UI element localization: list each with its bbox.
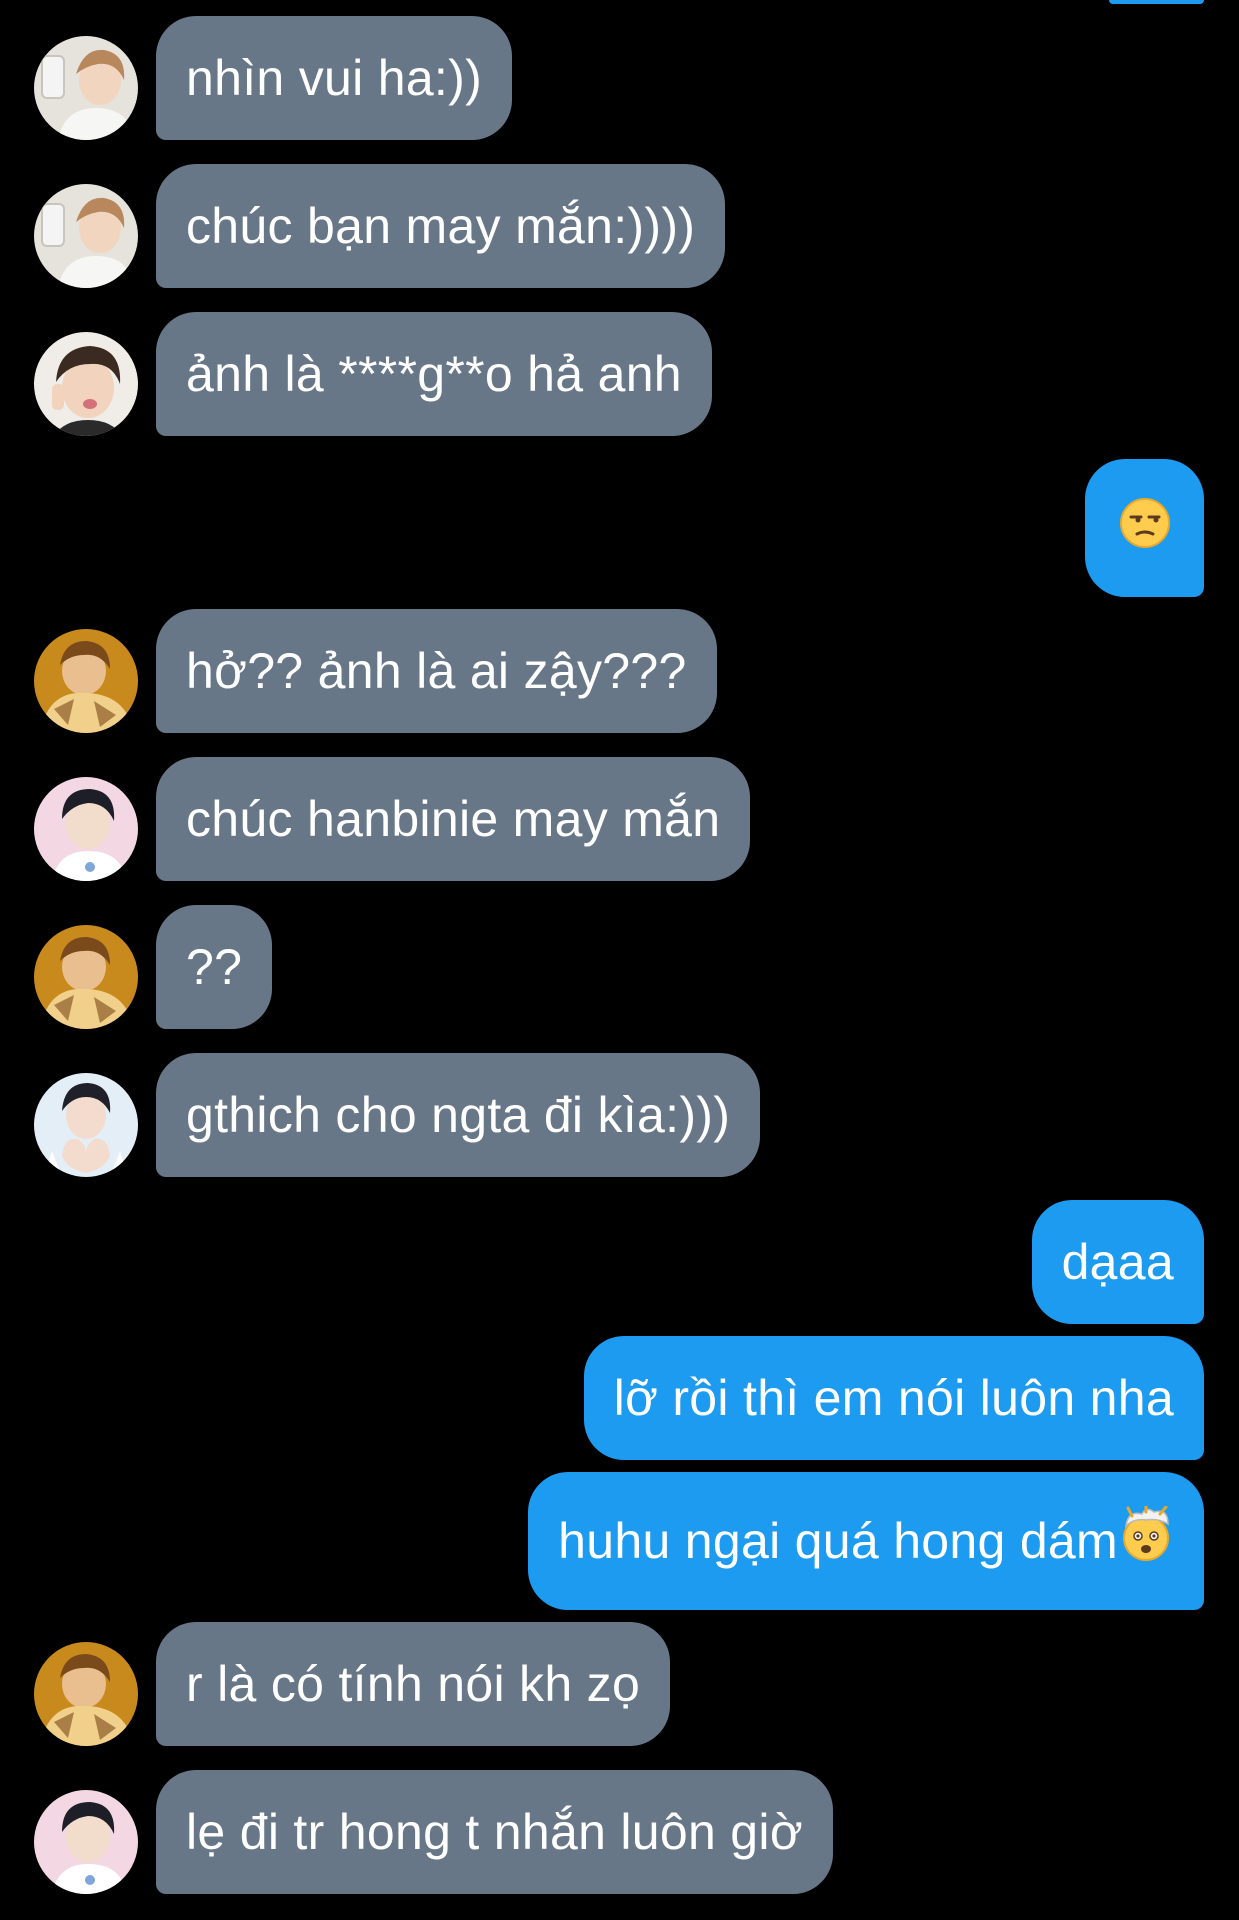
- unamused-face-emoji: [1119, 463, 1171, 601]
- message-bubble[interactable]: lỡ rồi thì em nói luôn nha: [583, 1336, 1204, 1460]
- message-text: huhu ngại quá hong dám: [558, 1513, 1118, 1569]
- avatar-yellow-hoodie[interactable]: [34, 925, 138, 1029]
- avatar-pink-background[interactable]: [34, 1790, 138, 1894]
- avatar-boy-pout[interactable]: [34, 332, 138, 436]
- avatar-boy-selfie[interactable]: [34, 184, 138, 288]
- avatar-heart-hands[interactable]: [34, 1073, 138, 1177]
- message-bubble[interactable]: dạaa: [1031, 1200, 1204, 1324]
- message-bubble[interactable]: ??: [156, 905, 273, 1029]
- message-bubble[interactable]: chúc hanbinie may mắn: [156, 757, 751, 881]
- message-bubble[interactable]: nhìn vui ha:)): [156, 16, 513, 140]
- avatar-yellow-hoodie[interactable]: [34, 629, 138, 733]
- avatar-boy-selfie[interactable]: [34, 36, 138, 140]
- message-bubble[interactable]: r là có tính nói kh zọ: [156, 1622, 671, 1746]
- message-bubble[interactable]: chúc bạn may mắn:)))): [156, 164, 726, 288]
- message-bubble[interactable]: hở?? ảnh là ai zậy???: [156, 609, 717, 733]
- message-bubble[interactable]: ảnh là ****g**o hả anh: [156, 312, 712, 436]
- exploding-head-emoji: [1118, 1476, 1174, 1614]
- dm-conversation: { "conversation": { "messages": [ {"side…: [0, 0, 1239, 1920]
- message-bubble[interactable]: huhu ngại quá hong dám: [528, 1472, 1204, 1610]
- message-bubble[interactable]: lẹ đi tr hong t nhắn luôn giờ: [156, 1770, 833, 1894]
- message-bubble[interactable]: [1085, 459, 1204, 597]
- avatar-pink-background[interactable]: [34, 777, 138, 881]
- previous-message-bubble-edge: [1109, 0, 1204, 4]
- avatar-yellow-hoodie[interactable]: [34, 1642, 138, 1746]
- message-bubble[interactable]: gthich cho ngta đi kìa:))): [156, 1053, 761, 1177]
